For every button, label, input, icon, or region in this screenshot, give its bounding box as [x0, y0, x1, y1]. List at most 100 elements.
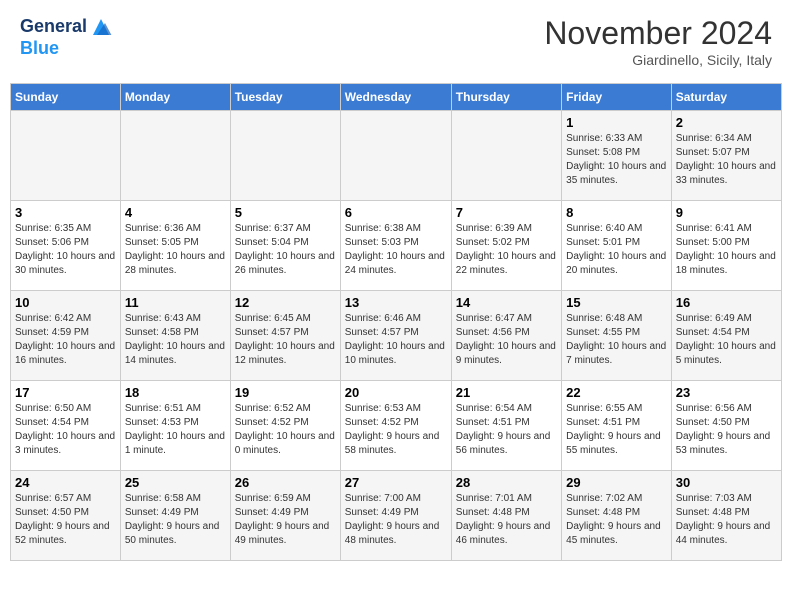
- month-title: November 2024: [544, 15, 772, 52]
- calendar-cell: 16 Sunrise: 6:49 AMSunset: 4:54 PMDayligh…: [671, 291, 781, 381]
- calendar-cell: 4 Sunrise: 6:36 AMSunset: 5:05 PMDaylight…: [120, 201, 230, 291]
- day-number: 5: [235, 205, 336, 220]
- logo-icon: [89, 15, 113, 39]
- day-number: 1: [566, 115, 667, 130]
- calendar-cell: 6Sunrise: 6:38 AMSunset: 5:03 PMDaylight…: [340, 201, 451, 291]
- calendar-cell: 22 Sunrise: 6:55 AMSunset: 4:51 PMDayligh…: [562, 381, 672, 471]
- weekday-header-tuesday: Tuesday: [230, 84, 340, 111]
- calendar-cell: 12 Sunrise: 6:45 AMSunset: 4:57 PMDayligh…: [230, 291, 340, 381]
- page-header: General Blue November 2024 Giardinello, …: [10, 10, 782, 73]
- day-number: 21: [456, 385, 557, 400]
- location: Giardinello, Sicily, Italy: [544, 52, 772, 68]
- calendar-cell: 8Sunrise: 6:40 AMSunset: 5:01 PMDaylight…: [562, 201, 672, 291]
- calendar-week-row: 3Sunrise: 6:35 AMSunset: 5:06 PMDaylight…: [11, 201, 782, 291]
- day-detail: Sunrise: 6:47 AMSunset: 4:56 PMDaylight:…: [456, 312, 557, 368]
- logo: General Blue: [20, 15, 113, 59]
- weekday-header-friday: Friday: [562, 84, 672, 111]
- day-number: 8: [566, 205, 667, 220]
- day-number: 4: [125, 205, 226, 220]
- calendar-week-row: 1 Sunrise: 6:33 AMSunset: 5:08 PMDaylight…: [11, 111, 782, 201]
- day-detail: Sunrise: 6:43 AMSunset: 4:58 PMDaylight:…: [125, 312, 226, 368]
- day-detail: Sunrise: 6:38 AMSunset: 5:03 PMDaylight:…: [345, 222, 447, 278]
- day-number: 14: [456, 295, 557, 310]
- day-detail: Sunrise: 6:34 AMSunset: 5:07 PMDaylight:…: [676, 132, 777, 188]
- day-number: 10: [15, 295, 116, 310]
- day-number: 20: [345, 385, 447, 400]
- day-detail: Sunrise: 6:54 AMSunset: 4:51 PMDaylight:…: [456, 402, 557, 458]
- logo-text: General: [20, 17, 87, 37]
- day-number: 29: [566, 475, 667, 490]
- day-number: 18: [125, 385, 226, 400]
- day-detail: Sunrise: 6:57 AMSunset: 4:50 PMDaylight:…: [15, 492, 116, 548]
- calendar-cell: 19 Sunrise: 6:52 AMSunset: 4:52 PMDayligh…: [230, 381, 340, 471]
- calendar-cell: 23 Sunrise: 6:56 AMSunset: 4:50 PMDayligh…: [671, 381, 781, 471]
- calendar-cell: 28 Sunrise: 7:01 AMSunset: 4:48 PMDayligh…: [451, 471, 561, 561]
- day-detail: Sunrise: 6:37 AMSunset: 5:04 PMDaylight:…: [235, 222, 336, 278]
- day-detail: Sunrise: 6:55 AMSunset: 4:51 PMDaylight:…: [566, 402, 667, 458]
- calendar-cell: 17 Sunrise: 6:50 AMSunset: 4:54 PMDayligh…: [11, 381, 121, 471]
- calendar-cell: 18 Sunrise: 6:51 AMSunset: 4:53 PMDayligh…: [120, 381, 230, 471]
- calendar-cell: 7 Sunrise: 6:39 AMSunset: 5:02 PMDaylight…: [451, 201, 561, 291]
- day-detail: Sunrise: 6:45 AMSunset: 4:57 PMDaylight:…: [235, 312, 336, 368]
- day-detail: Sunrise: 7:02 AMSunset: 4:48 PMDaylight:…: [566, 492, 667, 548]
- day-detail: Sunrise: 6:39 AMSunset: 5:02 PMDaylight:…: [456, 222, 557, 278]
- day-detail: Sunrise: 6:59 AMSunset: 4:49 PMDaylight:…: [235, 492, 336, 548]
- day-number: 13: [345, 295, 447, 310]
- day-number: 26: [235, 475, 336, 490]
- day-number: 12: [235, 295, 336, 310]
- calendar-cell: 20 Sunrise: 6:53 AMSunset: 4:52 PMDayligh…: [340, 381, 451, 471]
- weekday-header-saturday: Saturday: [671, 84, 781, 111]
- weekday-header-monday: Monday: [120, 84, 230, 111]
- calendar-week-row: 24Sunrise: 6:57 AMSunset: 4:50 PMDayligh…: [11, 471, 782, 561]
- day-number: 23: [676, 385, 777, 400]
- calendar-cell: [11, 111, 121, 201]
- calendar-cell: 15Sunrise: 6:48 AMSunset: 4:55 PMDayligh…: [562, 291, 672, 381]
- calendar-cell: 21 Sunrise: 6:54 AMSunset: 4:51 PMDayligh…: [451, 381, 561, 471]
- day-detail: Sunrise: 7:03 AMSunset: 4:48 PMDaylight:…: [676, 492, 777, 548]
- calendar-cell: 11 Sunrise: 6:43 AMSunset: 4:58 PMDayligh…: [120, 291, 230, 381]
- day-detail: Sunrise: 6:52 AMSunset: 4:52 PMDaylight:…: [235, 402, 336, 458]
- day-number: 9: [676, 205, 777, 220]
- day-number: 16: [676, 295, 777, 310]
- calendar-cell: 1 Sunrise: 6:33 AMSunset: 5:08 PMDaylight…: [562, 111, 672, 201]
- calendar-cell: 14 Sunrise: 6:47 AMSunset: 4:56 PMDayligh…: [451, 291, 561, 381]
- day-detail: Sunrise: 6:56 AMSunset: 4:50 PMDaylight:…: [676, 402, 777, 458]
- day-number: 25: [125, 475, 226, 490]
- day-detail: Sunrise: 6:49 AMSunset: 4:54 PMDaylight:…: [676, 312, 777, 368]
- day-detail: Sunrise: 7:00 AMSunset: 4:49 PMDaylight:…: [345, 492, 447, 548]
- calendar-cell: 9Sunrise: 6:41 AMSunset: 5:00 PMDaylight…: [671, 201, 781, 291]
- calendar-cell: [120, 111, 230, 201]
- title-block: November 2024 Giardinello, Sicily, Italy: [544, 15, 772, 68]
- day-detail: Sunrise: 6:50 AMSunset: 4:54 PMDaylight:…: [15, 402, 116, 458]
- day-number: 17: [15, 385, 116, 400]
- calendar-cell: 10 Sunrise: 6:42 AMSunset: 4:59 PMDayligh…: [11, 291, 121, 381]
- day-detail: Sunrise: 6:53 AMSunset: 4:52 PMDaylight:…: [345, 402, 447, 458]
- day-number: 11: [125, 295, 226, 310]
- day-number: 3: [15, 205, 116, 220]
- day-detail: Sunrise: 7:01 AMSunset: 4:48 PMDaylight:…: [456, 492, 557, 548]
- calendar-cell: 5 Sunrise: 6:37 AMSunset: 5:04 PMDaylight…: [230, 201, 340, 291]
- day-number: 19: [235, 385, 336, 400]
- weekday-header-thursday: Thursday: [451, 84, 561, 111]
- day-number: 7: [456, 205, 557, 220]
- weekday-header-row: SundayMondayTuesdayWednesdayThursdayFrid…: [11, 84, 782, 111]
- day-detail: Sunrise: 6:33 AMSunset: 5:08 PMDaylight:…: [566, 132, 667, 188]
- calendar-cell: 24Sunrise: 6:57 AMSunset: 4:50 PMDayligh…: [11, 471, 121, 561]
- day-number: 27: [345, 475, 447, 490]
- day-detail: Sunrise: 6:36 AMSunset: 5:05 PMDaylight:…: [125, 222, 226, 278]
- day-detail: Sunrise: 6:42 AMSunset: 4:59 PMDaylight:…: [15, 312, 116, 368]
- day-detail: Sunrise: 6:58 AMSunset: 4:49 PMDaylight:…: [125, 492, 226, 548]
- calendar-week-row: 10 Sunrise: 6:42 AMSunset: 4:59 PMDayligh…: [11, 291, 782, 381]
- calendar-cell: 27 Sunrise: 7:00 AMSunset: 4:49 PMDayligh…: [340, 471, 451, 561]
- calendar-table: SundayMondayTuesdayWednesdayThursdayFrid…: [10, 83, 782, 561]
- day-number: 22: [566, 385, 667, 400]
- day-number: 30: [676, 475, 777, 490]
- calendar-cell: 25 Sunrise: 6:58 AMSunset: 4:49 PMDayligh…: [120, 471, 230, 561]
- calendar-cell: 2Sunrise: 6:34 AMSunset: 5:07 PMDaylight…: [671, 111, 781, 201]
- calendar-week-row: 17 Sunrise: 6:50 AMSunset: 4:54 PMDayligh…: [11, 381, 782, 471]
- logo-blue-text: Blue: [20, 38, 59, 58]
- day-detail: Sunrise: 6:48 AMSunset: 4:55 PMDaylight:…: [566, 312, 667, 368]
- day-number: 28: [456, 475, 557, 490]
- calendar-cell: 30 Sunrise: 7:03 AMSunset: 4:48 PMDayligh…: [671, 471, 781, 561]
- day-detail: Sunrise: 6:51 AMSunset: 4:53 PMDaylight:…: [125, 402, 226, 458]
